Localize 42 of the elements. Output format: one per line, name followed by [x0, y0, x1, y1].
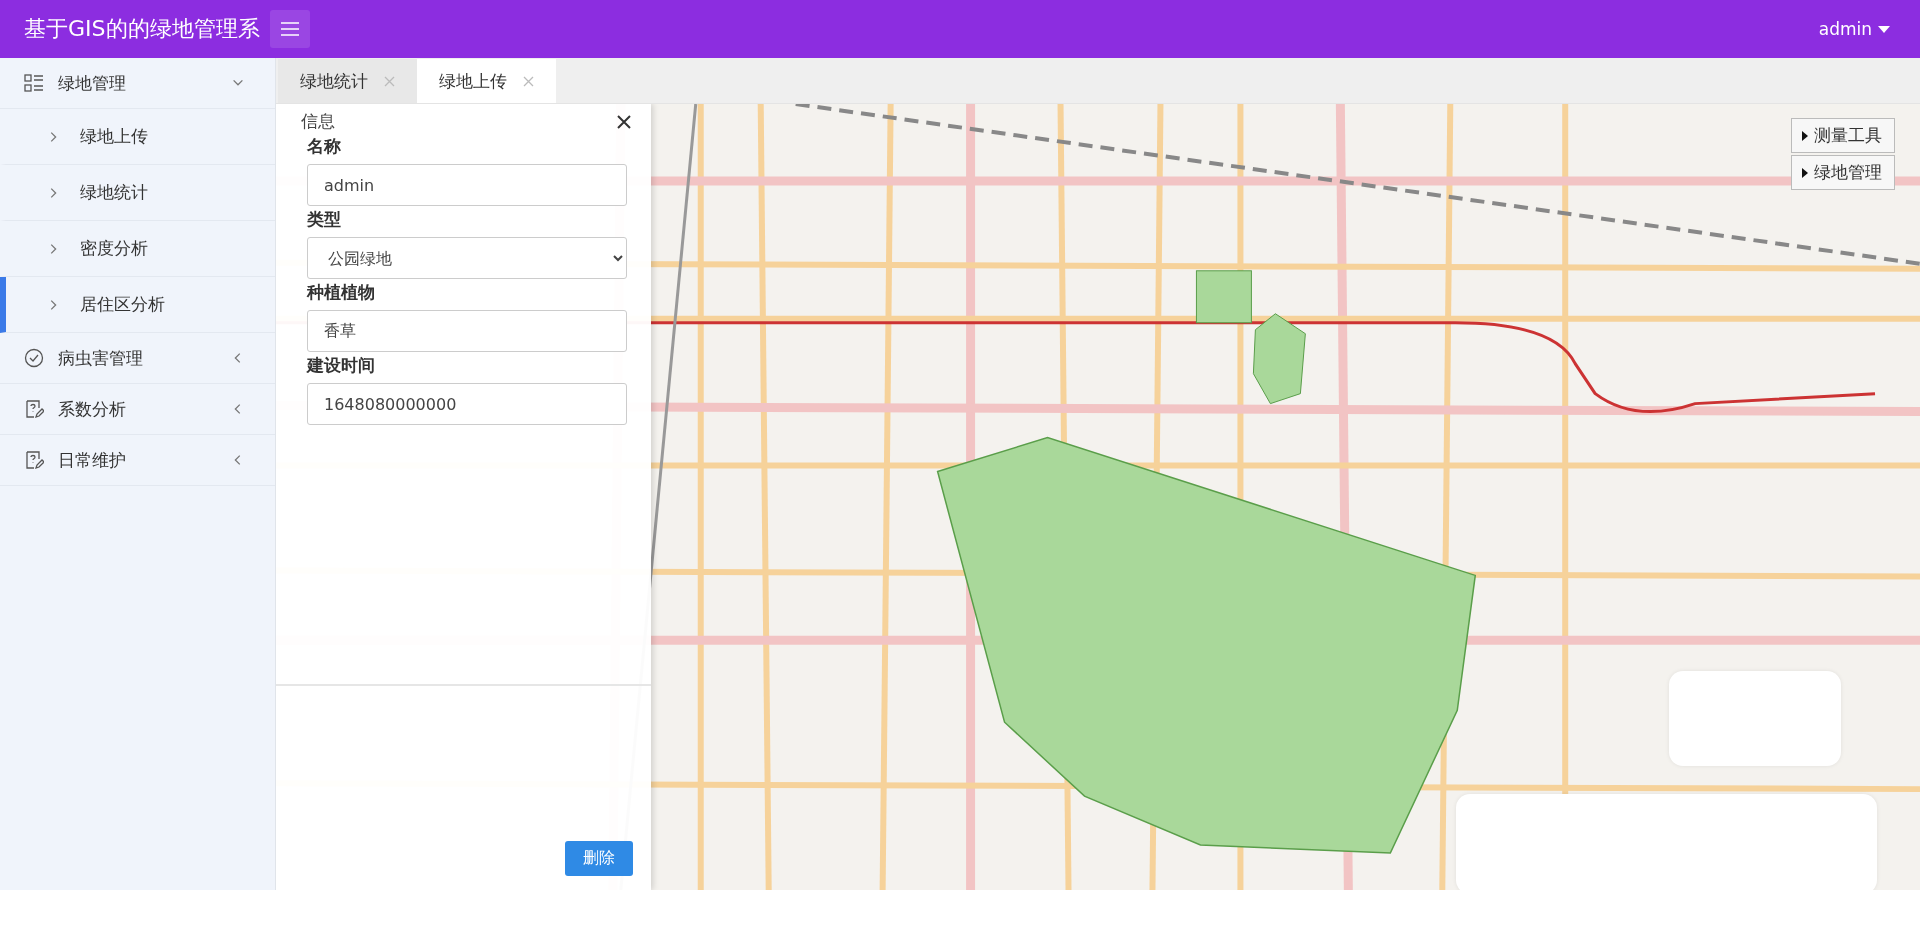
check-circle-icon: [24, 348, 44, 368]
delete-button[interactable]: 删除: [565, 841, 633, 876]
input-field[interactable]: 1648080000000: [307, 383, 627, 425]
menu-group[interactable]: 绿地管理: [0, 58, 275, 109]
list-icon: [24, 73, 44, 93]
app-title: 基于GIS的的绿地管理系: [24, 15, 260, 43]
menu-group[interactable]: 病虫害管理: [0, 333, 275, 384]
menu-item[interactable]: 绿地统计: [0, 165, 275, 221]
tab[interactable]: 绿地上传: [417, 59, 556, 103]
menu-group-label: 绿地管理: [58, 71, 127, 95]
menu-item[interactable]: 密度分析: [0, 221, 275, 277]
menu-item-label: 绿地上传: [80, 125, 149, 148]
user-menu[interactable]: admin: [1812, 18, 1896, 40]
menu-icon: [280, 22, 299, 36]
input-field[interactable]: 香草: [307, 310, 627, 352]
menu-group[interactable]: 日常维护: [0, 435, 275, 486]
panel-title: 信息: [301, 110, 335, 133]
close-icon: [617, 114, 631, 129]
menu-group[interactable]: 系数分析: [0, 384, 275, 435]
menu-item-label: 绿地统计: [80, 181, 149, 204]
field-label: 种植植物: [307, 281, 376, 304]
caret-right-icon: [1802, 167, 1808, 178]
tab[interactable]: 绿地统计: [278, 59, 417, 103]
menu-group-label: 病虫害管理: [58, 346, 144, 370]
menu-group-label: 日常维护: [58, 448, 127, 472]
caret-right-icon: [1802, 130, 1808, 141]
field-label: 名称: [307, 135, 342, 158]
menu-button[interactable]: [269, 10, 310, 48]
close-button[interactable]: [617, 114, 631, 129]
map-tool-button[interactable]: 测量工具: [1791, 118, 1895, 153]
type-select[interactable]: 公园绿地: [307, 237, 627, 279]
field-label: 建设时间: [307, 354, 376, 377]
help-document-icon: [24, 450, 44, 470]
menu-item-label: 居住区分析: [80, 293, 166, 316]
menu-item-label: 密度分析: [80, 237, 149, 260]
map-tool-button[interactable]: 绿地管理: [1791, 155, 1895, 190]
help-document-icon: [24, 399, 44, 419]
caret-icon: [1878, 25, 1890, 33]
field-label: 类型: [307, 208, 342, 231]
menu-item[interactable]: 绿地上传: [0, 109, 275, 165]
menu-group-label: 系数分析: [58, 397, 127, 421]
input-field[interactable]: admin: [307, 164, 627, 206]
